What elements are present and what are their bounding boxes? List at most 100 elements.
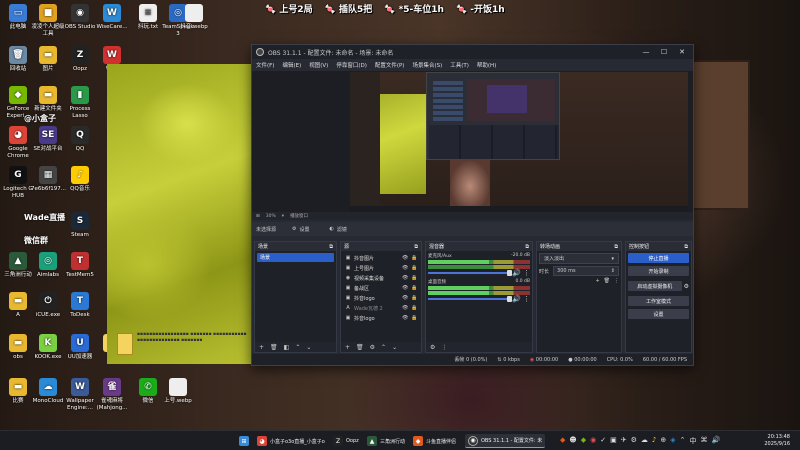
- source-row[interactable]: ▣ 上号图片 👁 🔒: [343, 263, 419, 273]
- taskbar-app-oopz[interactable]: Z Oopz: [330, 434, 362, 448]
- lock-icon[interactable]: 🔒: [411, 285, 417, 291]
- dock-float-icon[interactable]: ⧉: [414, 244, 418, 250]
- studio-mode-button[interactable]: 工作室模式: [628, 296, 689, 306]
- dock-float-icon[interactable]: ⧉: [525, 244, 529, 250]
- add-icon[interactable]: +: [259, 344, 264, 351]
- tray-icon[interactable]: ☁: [641, 436, 648, 446]
- desktop-icon[interactable]: ▲ 三角洲行动: [1, 252, 35, 279]
- lock-icon[interactable]: 🔒: [411, 275, 417, 281]
- lock-icon[interactable]: 🔒: [411, 305, 417, 311]
- menu-docks[interactable]: 停靠窗口(D): [336, 61, 367, 69]
- tray-icon[interactable]: ◆: [560, 436, 565, 446]
- desktop-icon[interactable]: ⏻ iCUE.exe: [31, 292, 65, 319]
- taskbar-app-douyu[interactable]: ◆ 斗鱼直播伴侣: [410, 434, 459, 448]
- desktop-icon[interactable]: ▮ Process Lasso: [63, 86, 97, 119]
- desktop-icon[interactable]: T ToDesk: [63, 292, 97, 319]
- source-row[interactable]: ▣ 抖音logo 👁 🔒: [343, 313, 419, 323]
- stop-streaming-button[interactable]: 停止直播: [628, 253, 689, 263]
- add-icon[interactable]: +: [595, 278, 599, 284]
- desktop-icon[interactable]: ▬ obs: [1, 334, 35, 361]
- speaker-icon[interactable]: 🔊: [512, 269, 521, 277]
- source-row[interactable]: ▣ 备战区 👁 🔒: [343, 283, 419, 293]
- eye-icon[interactable]: 👁: [402, 305, 408, 311]
- gear-icon[interactable]: ⚙: [430, 344, 435, 351]
- more-icon[interactable]: ⋮: [523, 295, 530, 303]
- desktop-icon[interactable]: ✆ 微信: [131, 378, 165, 405]
- png-thumbnail-icon[interactable]: [117, 333, 133, 355]
- gear-icon[interactable]: ⚙: [684, 283, 689, 290]
- desktop-icon[interactable]: SE SE对战平台: [31, 126, 65, 153]
- speaker-icon[interactable]: 🔊: [512, 295, 521, 303]
- slider-knob[interactable]: [507, 270, 513, 276]
- network-icon[interactable]: ⌘: [700, 436, 707, 446]
- tray-icon[interactable]: ☻: [569, 436, 576, 446]
- tray-icon[interactable]: ✓: [600, 436, 606, 446]
- desktop-icon[interactable]: U UU加速器: [63, 334, 97, 361]
- minimize-icon[interactable]: —: [639, 48, 653, 56]
- source-row[interactable]: ▣ 抖音图片 👁 🔒: [343, 253, 419, 263]
- desktop-icon[interactable]: ■ 凌凌个人超级工具: [31, 4, 65, 37]
- stepper-icon[interactable]: ⇕: [611, 268, 615, 274]
- taskbar-app-chrome[interactable]: ◕ 小盒子o3o直播_小盒子o: [254, 434, 328, 448]
- source-settings-button[interactable]: ⚙ 设置: [288, 225, 314, 234]
- lock-icon[interactable]: 🔒: [411, 295, 417, 301]
- lock-icon[interactable]: 🔒: [411, 255, 417, 261]
- tray-icon[interactable]: ◈: [670, 436, 675, 446]
- zoom-mode-label[interactable]: 播放窗口: [290, 213, 308, 219]
- menu-scene-collection[interactable]: 场景集合(S): [412, 61, 442, 69]
- chevron-up-icon[interactable]: ⌃: [680, 436, 686, 446]
- filter-icon[interactable]: ◧: [284, 344, 290, 351]
- start-recording-button[interactable]: 开始录制: [628, 266, 689, 276]
- grid-icon[interactable]: ⊞: [256, 214, 260, 219]
- duration-input[interactable]: 300 ms ⇕: [553, 266, 619, 276]
- transition-select[interactable]: 淡入淡出 ▾: [539, 253, 619, 264]
- menu-profile[interactable]: 配置文件(P): [375, 61, 405, 69]
- menu-edit[interactable]: 编辑(E): [282, 61, 301, 69]
- desktop-icon[interactable]: ◕ Google Chrome: [1, 126, 35, 159]
- zoom-dropdown-icon[interactable]: ▾: [282, 214, 284, 219]
- more-icon[interactable]: ⋮: [441, 344, 447, 351]
- taskbar-app-delta-force[interactable]: ▲ 三角洲行动: [364, 434, 408, 448]
- lock-icon[interactable]: 🔒: [411, 265, 417, 271]
- gear-icon[interactable]: ⚙: [370, 344, 375, 351]
- tray-icon[interactable]: ⊕: [660, 436, 666, 446]
- desktop-icon[interactable]: G Logitech G HUB: [1, 166, 35, 199]
- more-icon[interactable]: ⋮: [523, 269, 530, 277]
- desktop-icon[interactable]: 抖音.webp: [177, 4, 211, 31]
- desktop-icon[interactable]: ▬ 比赛: [1, 378, 35, 405]
- dock-float-icon[interactable]: ⧉: [329, 244, 333, 250]
- tray-icon[interactable]: ✈: [621, 436, 627, 446]
- move-down-icon[interactable]: ⌄: [392, 344, 397, 351]
- eye-icon[interactable]: 👁: [402, 275, 408, 281]
- speaker-icon[interactable]: 🔊: [711, 436, 720, 446]
- desktop-icon[interactable]: T TestMem5: [63, 252, 97, 279]
- desktop-icon[interactable]: W Wallpaper Engine:...: [63, 378, 97, 411]
- obs-preview-area[interactable]: [252, 71, 693, 215]
- tray-icon[interactable]: ⚙: [631, 436, 637, 446]
- preview-canvas[interactable]: [350, 72, 688, 212]
- eye-icon[interactable]: 👁: [402, 255, 408, 261]
- add-icon[interactable]: +: [345, 344, 350, 351]
- ime-icon[interactable]: 中: [689, 436, 696, 446]
- dock-float-icon[interactable]: ⧉: [684, 244, 688, 250]
- slider-knob[interactable]: [507, 296, 513, 302]
- obs-title-bar[interactable]: OBS 31.1.1 - 配置文件: 未命名 - 场景: 未命名 — ☐ ✕: [252, 45, 693, 59]
- desktop-icon[interactable]: ▬ 新建文件夹: [31, 86, 65, 113]
- more-icon[interactable]: ⋮: [614, 278, 619, 284]
- tray-icon[interactable]: ◆: [581, 436, 586, 446]
- desktop-icon[interactable]: ▦ 7e6b6f197...: [31, 166, 66, 193]
- eye-icon[interactable]: 👁: [402, 265, 408, 271]
- desktop-icon[interactable]: Z Oopz: [63, 46, 97, 73]
- tray-icon[interactable]: ♪: [652, 436, 656, 446]
- menu-tools[interactable]: 工具(T): [450, 61, 469, 69]
- taskbar-clock[interactable]: 20:13:48 2025/9/16: [764, 434, 790, 448]
- menu-help[interactable]: 帮助(H): [477, 61, 496, 69]
- source-row[interactable]: ▣ 抖音logo 👁 🔒: [343, 293, 419, 303]
- tray-icon[interactable]: ◉: [590, 436, 596, 446]
- desktop-icon[interactable]: ☁ MonoCloud: [31, 378, 65, 405]
- desktop-icon[interactable]: ▬ 图片: [31, 46, 65, 73]
- desktop-icon[interactable]: 雀雀魂麻将(Mahjong...: [95, 378, 129, 411]
- scene-item[interactable]: 场景: [257, 253, 334, 262]
- desktop-icon[interactable]: ◉ OBS Studio: [63, 4, 97, 31]
- start-virtual-camera-button[interactable]: 启动虚拟摄像机: [628, 281, 682, 291]
